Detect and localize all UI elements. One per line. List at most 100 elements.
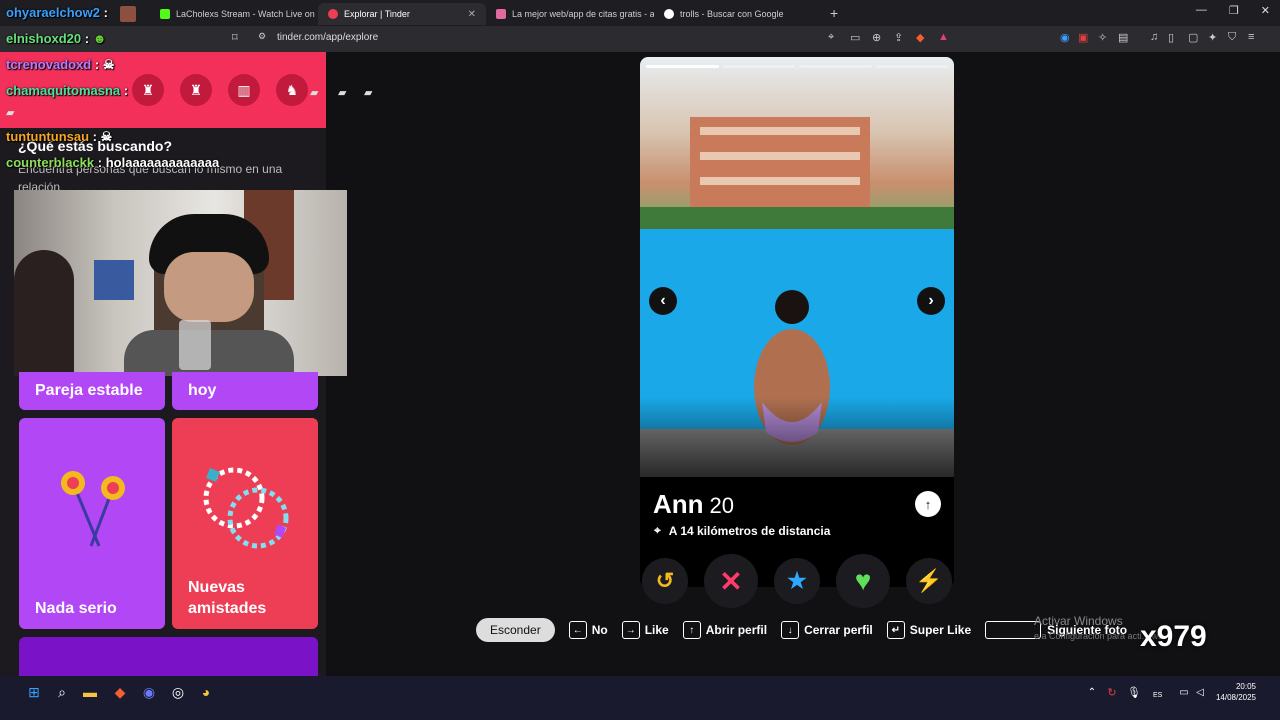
chat-line: tuntuntunsau : ☠	[6, 129, 112, 145]
chat-message: :	[103, 5, 108, 20]
card-hoy[interactable]: hoy	[172, 372, 318, 410]
emote-icon: ♜	[132, 74, 164, 106]
brave-shield-icon[interactable]: ◆	[916, 31, 924, 44]
profile-name: Ann 20	[653, 489, 734, 520]
leo-ai-icon[interactable]: ✦	[1208, 31, 1217, 44]
shortcut-no: ← No	[568, 621, 608, 639]
obs-icon[interactable]: ◎	[168, 682, 188, 702]
webcam-object	[94, 260, 134, 300]
pepe-emote-icon: ☻	[92, 31, 107, 46]
chat-username: elnishoxd20	[6, 31, 82, 46]
arrow-down-key-icon: ↓	[781, 621, 800, 639]
tab-tinder-explore[interactable]: Explorar | Tinder ✕	[318, 3, 486, 25]
site-info-icon[interactable]: ⚙	[258, 31, 266, 42]
window-controls: — ❐ ✕	[1196, 4, 1270, 17]
microphone-icon[interactable]: 🎙	[1124, 682, 1144, 702]
previous-photo-button[interactable]: ‹	[649, 287, 677, 315]
chat-line: elnishoxd20 : ☻	[6, 31, 106, 46]
card-nada-serio[interactable]: Nada serio	[19, 418, 165, 629]
dating-site-icon	[496, 9, 506, 19]
chat-line: tcrenovadoxd : ☠	[6, 57, 115, 73]
clock-date: 14/08/2025	[1215, 693, 1256, 702]
chat-message: : holaaaaaaaaaaaaa	[97, 155, 220, 170]
discord-icon[interactable]: ◉	[139, 682, 159, 702]
zoom-icon[interactable]: ⊕	[872, 31, 881, 44]
tab-label: LaCholexs Stream - Watch Live on Ki	[176, 9, 318, 19]
open-profile-button[interactable]: ↑	[915, 491, 941, 517]
emote-icon: ▰	[364, 87, 373, 99]
tinder-icon	[328, 9, 338, 19]
location-icon[interactable]: ⌖	[828, 31, 834, 44]
vpn-icon[interactable]: ⛉	[1228, 31, 1236, 44]
card-next-category[interactable]	[19, 637, 318, 676]
media-icon[interactable]: ♫	[1150, 31, 1158, 43]
brave-rewards-icon[interactable]: ▲	[938, 31, 949, 43]
tab-label: La mejor web/app de citas gratis - ar	[512, 9, 654, 19]
clock-time: 20:05	[1235, 682, 1256, 691]
photo-progress	[646, 65, 948, 68]
close-tab-icon[interactable]: ✕	[468, 9, 476, 20]
photo-progress-segment	[722, 65, 795, 68]
minimize-icon[interactable]: —	[1196, 4, 1207, 17]
extension-icon[interactable]: ◉	[1060, 31, 1070, 44]
arrow-right-key-icon: →	[621, 621, 640, 639]
superlike-button[interactable]: ★	[774, 558, 820, 604]
share-icon[interactable]: ⇪	[894, 31, 903, 44]
windows-start-icon[interactable]: ⊞	[24, 682, 44, 702]
space-key-icon	[985, 621, 1042, 639]
cast-icon[interactable]: ▭	[850, 31, 860, 44]
extensions-icon[interactable]: ✧	[1098, 31, 1107, 44]
rewind-button[interactable]: ↺	[642, 558, 688, 604]
browser-tab-bar: LaCholexs Stream - Watch Live on Ki Expl…	[0, 0, 1280, 26]
brave-browser-icon[interactable]: ◆	[110, 682, 130, 702]
webcam-person-left	[14, 250, 74, 376]
maximize-icon[interactable]: ❐	[1229, 4, 1239, 17]
sidebar-icon[interactable]: ▯	[1168, 31, 1174, 44]
chrome-icon[interactable]: ◕	[196, 682, 216, 702]
card-label: Nuevas amistades	[188, 579, 267, 617]
bookmark-icon[interactable]: ⌑	[232, 31, 238, 44]
chat-message: :	[84, 31, 90, 46]
next-photo-button[interactable]: ›	[917, 287, 945, 315]
extension-new-icon[interactable]: ▣	[1078, 31, 1088, 44]
webcam-streamer-face	[164, 252, 254, 322]
swipe-actions: ↺ ✕ ★ ♥ ⚡	[640, 554, 954, 608]
tab-search-icon[interactable]: ▤	[1118, 31, 1128, 44]
url-field[interactable]: tinder.com/app/explore	[277, 32, 378, 43]
wallet-icon[interactable]: ▢	[1188, 31, 1198, 44]
card-pareja-estable[interactable]: Pareja estable	[19, 372, 165, 410]
close-window-icon[interactable]: ✕	[1261, 4, 1270, 17]
profile-card[interactable]: ‹ › Ann 20 ⌖ A 14 kilómetros de distancia…	[640, 57, 954, 587]
arrow-up-key-icon: ↑	[682, 621, 701, 639]
tab-dating-web[interactable]: La mejor web/app de citas gratis - ar	[486, 3, 654, 25]
shortcut-superlike: ↵ Super Like	[886, 621, 971, 639]
card-label: Pareja estable	[35, 382, 143, 399]
streamer-overlay-logo: x979	[1140, 620, 1207, 653]
tab-kick-stream[interactable]: LaCholexs Stream - Watch Live on Ki	[150, 3, 318, 25]
search-icon[interactable]: ⌕	[52, 682, 72, 702]
card-nuevas-amistades[interactable]: Nuevas amistades	[172, 418, 318, 629]
nope-button[interactable]: ✕	[704, 554, 758, 608]
profile-name-text: Ann	[653, 489, 704, 519]
photo-progress-segment	[875, 65, 948, 68]
new-tab-button[interactable]: +	[830, 5, 838, 21]
hide-shortcuts-button[interactable]: Esconder	[476, 618, 555, 642]
chat-line: chamaquitomasna :	[6, 83, 128, 98]
boost-button[interactable]: ⚡	[906, 558, 952, 604]
chat-username: chamaquitomasna	[6, 83, 121, 98]
emote-icon: ♜	[180, 74, 212, 106]
taskbar-clock[interactable]: 20:05 14/08/2025	[1212, 681, 1256, 703]
tray-overflow-icon[interactable]: ⌃	[1082, 682, 1102, 702]
keyboard-shortcuts: Esconder ← No → Like ↑ Abrir perfil ↓ Cerrar…	[476, 618, 1127, 642]
like-button[interactable]: ♥	[836, 554, 890, 608]
file-explorer-icon[interactable]: ▬	[80, 682, 100, 702]
tray-app-icon[interactable]: ↻	[1102, 682, 1122, 702]
input-language[interactable]: ES	[1153, 692, 1162, 699]
tab-google-search[interactable]: trolls - Buscar con Google	[654, 3, 822, 25]
shortcut-close-profile: ↓ Cerrar perfil	[781, 621, 873, 639]
menu-icon[interactable]: ≡	[1248, 31, 1254, 43]
emote-icon: ▥	[228, 74, 260, 106]
volume-icon[interactable]: ◁	[1190, 682, 1210, 702]
skull-emote-icon: ☠	[102, 57, 115, 72]
webcam-overlay	[14, 190, 347, 376]
